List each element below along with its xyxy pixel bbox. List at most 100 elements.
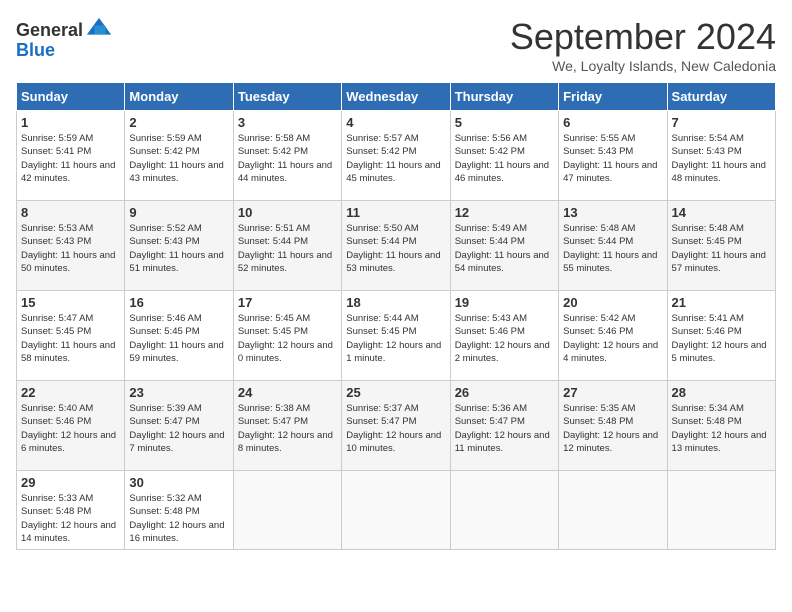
weekday-header-saturday: Saturday	[667, 83, 775, 111]
calendar-cell: 6 Sunrise: 5:55 AMSunset: 5:43 PMDaylight…	[559, 111, 667, 201]
calendar: SundayMondayTuesdayWednesdayThursdayFrid…	[16, 82, 776, 550]
day-info: Sunrise: 5:50 AMSunset: 5:44 PMDaylight:…	[346, 222, 445, 275]
calendar-cell: 26Sunrise: 5:36 AMSunset: 5:47 PMDayligh…	[450, 381, 558, 471]
calendar-cell: 29 Sunrise: 5:33 AMSunset: 5:48 PMDayligh…	[17, 471, 125, 550]
calendar-cell	[450, 471, 558, 550]
day-info: Sunrise: 5:54 AMSunset: 5:43 PMDaylight:…	[672, 132, 771, 185]
day-number: 7	[672, 115, 771, 130]
day-info: Sunrise: 5:40 AMSunset: 5:46 PMDaylight:…	[21, 402, 120, 455]
day-info: Sunrise: 5:45 AMSunset: 5:45 PMDaylight:…	[238, 312, 337, 365]
day-info: Sunrise: 5:42 AMSunset: 5:46 PMDaylight:…	[563, 312, 662, 365]
day-number: 30	[129, 475, 228, 490]
day-info: Sunrise: 5:59 AMSunset: 5:42 PMDaylight:…	[129, 132, 228, 185]
day-info: Sunrise: 5:52 AMSunset: 5:43 PMDaylight:…	[129, 222, 228, 275]
day-info: Sunrise: 5:49 AMSunset: 5:44 PMDaylight:…	[455, 222, 554, 275]
logo-blue-text: Blue	[16, 40, 55, 60]
logo-general-text: General	[16, 20, 83, 41]
day-number: 27	[563, 385, 662, 400]
day-number: 17	[238, 295, 337, 310]
day-number: 25	[346, 385, 445, 400]
day-info: Sunrise: 5:41 AMSunset: 5:46 PMDaylight:…	[672, 312, 771, 365]
day-number: 19	[455, 295, 554, 310]
day-info: Sunrise: 5:56 AMSunset: 5:42 PMDaylight:…	[455, 132, 554, 185]
calendar-cell	[342, 471, 450, 550]
day-number: 6	[563, 115, 662, 130]
weekday-header-wednesday: Wednesday	[342, 83, 450, 111]
day-number: 22	[21, 385, 120, 400]
calendar-cell: 10 Sunrise: 5:51 AMSunset: 5:44 PMDayligh…	[233, 201, 341, 291]
calendar-cell: 22 Sunrise: 5:40 AMSunset: 5:46 PMDayligh…	[17, 381, 125, 471]
day-info: Sunrise: 5:43 AMSunset: 5:46 PMDaylight:…	[455, 312, 554, 365]
day-number: 5	[455, 115, 554, 130]
day-info: Sunrise: 5:48 AMSunset: 5:44 PMDaylight:…	[563, 222, 662, 275]
calendar-cell: 11 Sunrise: 5:50 AMSunset: 5:44 PMDayligh…	[342, 201, 450, 291]
day-number: 3	[238, 115, 337, 130]
calendar-cell: 7 Sunrise: 5:54 AMSunset: 5:43 PMDaylight…	[667, 111, 775, 201]
title-section: September 2024 We, Loyalty Islands, New …	[510, 16, 776, 74]
day-info: Sunrise: 5:35 AMSunset: 5:48 PMDaylight:…	[563, 402, 662, 455]
calendar-cell: 24 Sunrise: 5:38 AMSunset: 5:47 PMDayligh…	[233, 381, 341, 471]
day-number: 23	[129, 385, 228, 400]
day-info: Sunrise: 5:48 AMSunset: 5:45 PMDaylight:…	[672, 222, 771, 275]
day-info: Sunrise: 5:34 AMSunset: 5:48 PMDaylight:…	[672, 402, 771, 455]
calendar-cell: 13 Sunrise: 5:48 AMSunset: 5:44 PMDayligh…	[559, 201, 667, 291]
day-number: 10	[238, 205, 337, 220]
day-number: 20	[563, 295, 662, 310]
day-number: 29	[21, 475, 120, 490]
day-number: 8	[21, 205, 120, 220]
day-info: Sunrise: 5:44 AMSunset: 5:45 PMDaylight:…	[346, 312, 445, 365]
calendar-cell: 20 Sunrise: 5:42 AMSunset: 5:46 PMDayligh…	[559, 291, 667, 381]
day-info: Sunrise: 5:58 AMSunset: 5:42 PMDaylight:…	[238, 132, 337, 185]
calendar-cell: 9 Sunrise: 5:52 AMSunset: 5:43 PMDaylight…	[125, 201, 233, 291]
day-number: 9	[129, 205, 228, 220]
day-number: 18	[346, 295, 445, 310]
calendar-cell: 4 Sunrise: 5:57 AMSunset: 5:42 PMDaylight…	[342, 111, 450, 201]
day-info: Sunrise: 5:47 AMSunset: 5:45 PMDaylight:…	[21, 312, 120, 365]
calendar-cell	[233, 471, 341, 550]
day-number: 15	[21, 295, 120, 310]
day-info: Sunrise: 5:39 AMSunset: 5:47 PMDaylight:…	[129, 402, 228, 455]
day-number: 13	[563, 205, 662, 220]
day-info: Sunrise: 5:59 AMSunset: 5:41 PMDaylight:…	[21, 132, 120, 185]
calendar-cell: 2 Sunrise: 5:59 AMSunset: 5:42 PMDaylight…	[125, 111, 233, 201]
calendar-cell: 12 Sunrise: 5:49 AMSunset: 5:44 PMDayligh…	[450, 201, 558, 291]
day-number: 28	[672, 385, 771, 400]
weekday-header-sunday: Sunday	[17, 83, 125, 111]
day-number: 2	[129, 115, 228, 130]
day-info: Sunrise: 5:55 AMSunset: 5:43 PMDaylight:…	[563, 132, 662, 185]
logo-icon	[85, 16, 113, 44]
day-number: 4	[346, 115, 445, 130]
calendar-cell: 3 Sunrise: 5:58 AMSunset: 5:42 PMDaylight…	[233, 111, 341, 201]
day-info: Sunrise: 5:33 AMSunset: 5:48 PMDaylight:…	[21, 492, 120, 545]
location: We, Loyalty Islands, New Caledonia	[510, 58, 776, 74]
day-info: Sunrise: 5:53 AMSunset: 5:43 PMDaylight:…	[21, 222, 120, 275]
calendar-cell: 5 Sunrise: 5:56 AMSunset: 5:42 PMDaylight…	[450, 111, 558, 201]
day-info: Sunrise: 5:36 AMSunset: 5:47 PMDaylight:…	[455, 402, 554, 455]
day-number: 1	[21, 115, 120, 130]
day-info: Sunrise: 5:51 AMSunset: 5:44 PMDaylight:…	[238, 222, 337, 275]
calendar-cell: 1 Sunrise: 5:59 AMSunset: 5:41 PMDaylight…	[17, 111, 125, 201]
weekday-header-friday: Friday	[559, 83, 667, 111]
calendar-cell: 16 Sunrise: 5:46 AMSunset: 5:45 PMDayligh…	[125, 291, 233, 381]
day-info: Sunrise: 5:38 AMSunset: 5:47 PMDaylight:…	[238, 402, 337, 455]
calendar-cell: 30 Sunrise: 5:32 AMSunset: 5:48 PMDayligh…	[125, 471, 233, 550]
day-info: Sunrise: 5:32 AMSunset: 5:48 PMDaylight:…	[129, 492, 228, 545]
day-number: 16	[129, 295, 228, 310]
calendar-cell: 15 Sunrise: 5:47 AMSunset: 5:45 PMDayligh…	[17, 291, 125, 381]
weekday-header-thursday: Thursday	[450, 83, 558, 111]
calendar-cell: 25Sunrise: 5:37 AMSunset: 5:47 PMDayligh…	[342, 381, 450, 471]
day-number: 14	[672, 205, 771, 220]
calendar-cell: 21Sunrise: 5:41 AMSunset: 5:46 PMDayligh…	[667, 291, 775, 381]
day-number: 24	[238, 385, 337, 400]
weekday-header-tuesday: Tuesday	[233, 83, 341, 111]
day-info: Sunrise: 5:46 AMSunset: 5:45 PMDaylight:…	[129, 312, 228, 365]
day-number: 11	[346, 205, 445, 220]
calendar-cell	[559, 471, 667, 550]
calendar-cell: 23 Sunrise: 5:39 AMSunset: 5:47 PMDayligh…	[125, 381, 233, 471]
day-info: Sunrise: 5:57 AMSunset: 5:42 PMDaylight:…	[346, 132, 445, 185]
calendar-cell: 27 Sunrise: 5:35 AMSunset: 5:48 PMDayligh…	[559, 381, 667, 471]
day-number: 12	[455, 205, 554, 220]
month-title: September 2024	[510, 16, 776, 58]
calendar-cell: 17 Sunrise: 5:45 AMSunset: 5:45 PMDayligh…	[233, 291, 341, 381]
calendar-cell: 19 Sunrise: 5:43 AMSunset: 5:46 PMDayligh…	[450, 291, 558, 381]
